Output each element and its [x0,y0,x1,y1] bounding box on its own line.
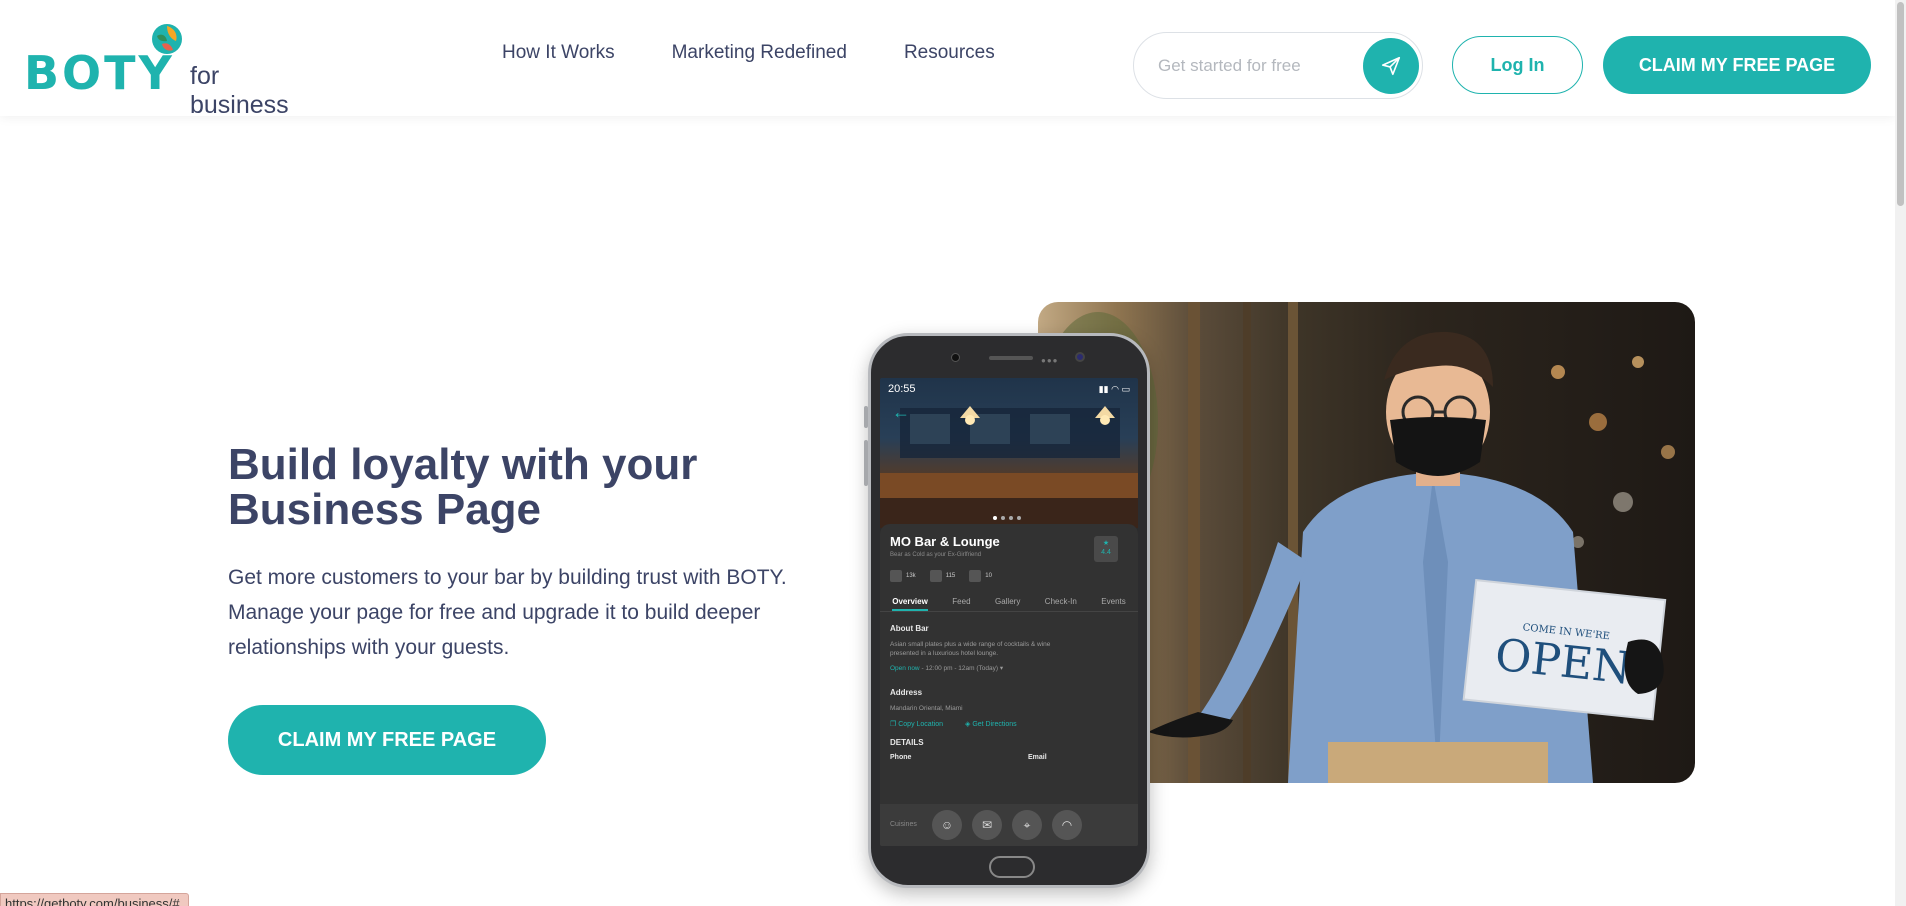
chat-icon[interactable]: ✉ [972,810,1002,840]
tab-feed[interactable]: Feed [952,592,970,611]
phone-home-button [989,856,1035,878]
tab-overview[interactable]: Overview [892,592,928,611]
nav-resources[interactable]: Resources [904,42,995,64]
bar-interior-image [880,406,1138,528]
business-name: MO Bar & Lounge [890,534,1000,549]
phone-time: 20:55 [888,383,916,395]
phone-mockup: ●●● 20:55 ▮▮ ◠ ▭ ← MO Bar & Lounge Bear … [864,333,1150,888]
hero-description: Get more customers to your bar by buildi… [228,560,808,665]
paper-plane-icon [1381,56,1401,76]
business-stats: 13k 115 10 [890,570,992,582]
location-actions: ❐ Copy Location ◈ Get Directions [890,720,1017,728]
about-text: Asian small plates plus a wide range of … [890,641,1051,657]
phone-bottom-action-bar: Cuisines ☺ ✉ ⌖ ◠ [880,804,1138,846]
stat-shares: 10 [969,570,992,582]
details-title: DETAILS [890,738,924,747]
opening-hours: Open now - 12:00 pm - 12am (Today) ▾ [890,665,1004,672]
star-icon: ★ [1102,540,1110,547]
business-tabs: Overview Feed Gallery Check-In Events [880,592,1138,612]
main-nav: How It Works Marketing Redefined Resourc… [502,42,995,64]
checkin-icon [929,570,942,582]
hero-desc-line-3: relationships with your guests. [228,636,510,659]
signup-form [1133,32,1423,99]
site-header: BOTY for business How It Works Marketing… [0,0,1895,119]
bar-header-image [880,378,1138,528]
phone-volume-button [864,440,868,486]
rating-badge: ★ 4.4 [1094,536,1118,562]
phone-front-camera [951,353,960,362]
phone-camera-lens [1075,352,1085,362]
signup-email-input[interactable] [1158,53,1358,79]
back-arrow-icon[interactable]: ← [892,402,910,423]
rating-value: 4.4 [1101,549,1111,556]
phone-screen: 20:55 ▮▮ ◠ ▭ ← MO Bar & Lounge Bear as C… [880,378,1138,846]
phone-side-button [864,406,868,428]
tab-gallery[interactable]: Gallery [995,592,1020,611]
tab-check-in[interactable]: Check-In [1045,592,1077,611]
hero-desc-line-2: Manage your page for free and upgrade it… [228,601,761,624]
logo-subtitle: for business [190,62,289,119]
stat-photos: 13k [890,570,916,582]
hero-desc-line-1: Get more customers to your bar by buildi… [228,566,787,589]
open-now-label: Open now [890,665,920,672]
wifi-icon[interactable]: ◠ [1052,810,1082,840]
profile-icon[interactable]: ☺ [932,810,962,840]
signup-submit-button[interactable] [1363,38,1419,94]
cuisines-label: Cuisines [890,821,917,828]
photos-icon [890,570,902,582]
tab-events[interactable]: Events [1101,592,1125,611]
address-title: Address [890,688,923,697]
about-title: About Bar [890,624,929,633]
boty-logo[interactable]: BOTY for business [24,22,324,119]
phone-sensor-dots: ●●● [1041,356,1059,365]
hours-text: - 12:00 pm - 12am (Today) [919,665,999,672]
phone-status-bar: 20:55 ▮▮ ◠ ▭ [880,378,1138,400]
nav-marketing-redefined[interactable]: Marketing Redefined [672,42,847,64]
business-tagline: Bear as Cold as your Ex-Girlfriend [890,552,982,558]
share-icon [969,570,982,582]
address-text: Mandarin Oriental, Miami [890,705,963,712]
stat-checkins: 115 [929,570,955,582]
logo-leaf-icon [152,24,182,54]
email-label: Email [1028,754,1047,761]
get-directions-link[interactable]: ◈ Get Directions [965,720,1017,728]
login-button[interactable]: Log In [1452,36,1583,94]
hero-title-line-1: Build loyalty with your [228,440,698,489]
page-scrollbar[interactable] [1895,0,1906,906]
business-info-card: MO Bar & Lounge Bear as Cold as your Ex-… [880,524,1138,846]
signal-wifi-battery-icon: ▮▮ ◠ ▭ [1098,383,1130,394]
link-status-url: https://getboty.com/business/# [0,893,189,906]
claim-free-page-header-button[interactable]: CLAIM MY FREE PAGE [1603,36,1871,94]
nav-how-it-works[interactable]: How It Works [502,42,615,64]
copy-location-link[interactable]: ❐ Copy Location [890,720,943,728]
location-pin-icon[interactable]: ⌖ [1012,810,1042,840]
scrollbar-thumb[interactable] [1897,2,1904,206]
hero-title-line-2: Business Page [228,485,542,534]
hero-title: Build loyalty with your Business Page [228,442,788,532]
phone-speaker [989,356,1033,360]
phone-label: Phone [890,754,912,761]
claim-free-page-hero-button[interactable]: CLAIM MY FREE PAGE [228,705,546,775]
